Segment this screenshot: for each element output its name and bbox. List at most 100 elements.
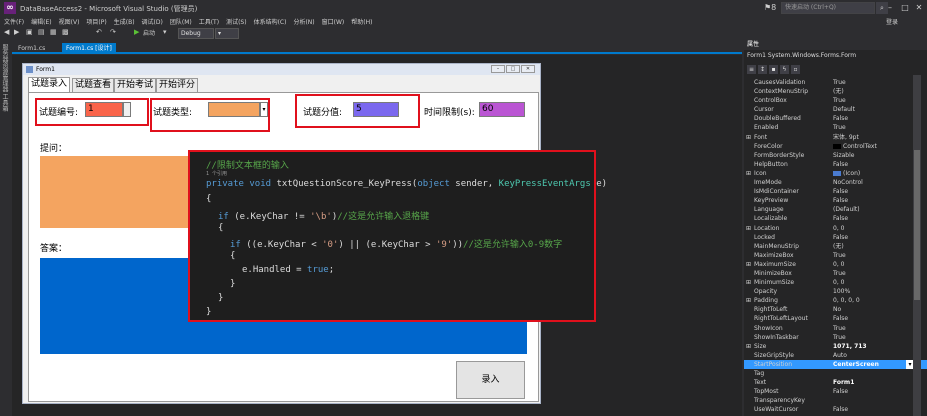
menu-item[interactable]: 生成(B) bbox=[114, 17, 135, 26]
property-row[interactable]: ⊞ Icon (Icon) bbox=[744, 169, 927, 178]
new-project-icon[interactable]: ▣ bbox=[26, 28, 33, 36]
menu-item[interactable]: 窗口(W) bbox=[322, 17, 345, 26]
events-lightning-icon[interactable]: ϟ bbox=[780, 65, 789, 74]
property-row[interactable]: KeyPreview False bbox=[744, 196, 927, 205]
expand-icon[interactable]: ⊞ bbox=[746, 260, 751, 269]
properties-icon[interactable]: ▪ bbox=[769, 65, 778, 74]
property-row[interactable]: RightToLeftLayout False bbox=[744, 314, 927, 323]
doc-tab-form1-cs[interactable]: Form1.cs bbox=[14, 43, 49, 54]
form-maximize-icon[interactable]: □ bbox=[506, 65, 520, 73]
property-value[interactable]: False bbox=[833, 114, 848, 123]
property-row[interactable]: ForeColor ControlText bbox=[744, 142, 927, 151]
property-row[interactable]: ControlBox True bbox=[744, 96, 927, 105]
property-value[interactable]: (无) bbox=[833, 242, 844, 251]
menu-item[interactable]: 项目(P) bbox=[86, 17, 106, 26]
property-row[interactable]: RightToLeft No bbox=[744, 305, 927, 314]
property-value[interactable]: False bbox=[833, 387, 848, 396]
form-close-icon[interactable]: ✕ bbox=[521, 65, 535, 73]
start-debug-icon[interactable]: ▶ bbox=[134, 28, 139, 36]
property-value[interactable]: False bbox=[833, 233, 848, 242]
property-row[interactable]: StartPosition CenterScreen ▾ bbox=[744, 359, 927, 369]
property-row[interactable]: ContextMenuStrip (无) bbox=[744, 87, 927, 96]
property-row[interactable]: Text Form1 bbox=[744, 378, 927, 387]
menu-item[interactable]: 视图(V) bbox=[59, 17, 80, 26]
property-value[interactable]: (Default) bbox=[833, 205, 860, 214]
properties-object-select[interactable]: Form1 System.Windows.Forms.Form bbox=[744, 51, 927, 61]
property-row[interactable]: Language (Default) bbox=[744, 205, 927, 214]
property-value[interactable]: Auto bbox=[833, 351, 847, 360]
property-row[interactable]: Localizable False bbox=[744, 214, 927, 223]
property-value[interactable]: False bbox=[833, 405, 848, 414]
expand-icon[interactable]: ⊞ bbox=[746, 296, 751, 305]
expand-icon[interactable]: ⊞ bbox=[746, 133, 751, 142]
property-value[interactable]: Default bbox=[833, 105, 855, 114]
property-value[interactable]: (无) bbox=[833, 87, 844, 96]
properties-scrollbar-thumb[interactable] bbox=[914, 150, 920, 300]
property-row[interactable]: Opacity 100% bbox=[744, 287, 927, 296]
property-value[interactable]: 宋体, 9pt bbox=[833, 133, 859, 142]
menu-item[interactable]: 测试(S) bbox=[226, 17, 247, 26]
save-all-icon[interactable]: ▩ bbox=[62, 28, 69, 36]
doc-tab-form1-designer[interactable]: Form1.cs [设计] bbox=[62, 43, 116, 54]
tab-question-view[interactable]: 试题查看 bbox=[72, 78, 115, 92]
property-row[interactable]: UseWaitCursor False bbox=[744, 405, 927, 414]
property-row[interactable]: ⊞ Padding 0, 0, 0, 0 bbox=[744, 296, 927, 305]
property-row[interactable]: Tag bbox=[744, 369, 927, 378]
property-value[interactable]: False bbox=[833, 187, 848, 196]
property-value[interactable]: True bbox=[833, 324, 846, 333]
notifications-flag-icon[interactable]: ⚑8 bbox=[764, 3, 776, 12]
property-row[interactable]: SizeGripStyle Auto bbox=[744, 351, 927, 360]
property-value[interactable]: False bbox=[833, 314, 848, 323]
property-row[interactable]: CausesValidation True bbox=[744, 78, 927, 87]
menu-item[interactable]: 工具(T) bbox=[199, 17, 219, 26]
property-row[interactable]: DoubleBuffered False bbox=[744, 114, 927, 123]
expand-icon[interactable]: ⊞ bbox=[746, 342, 751, 351]
property-row[interactable]: Cursor Default bbox=[744, 105, 927, 114]
open-icon[interactable]: ▤ bbox=[38, 28, 45, 36]
property-value[interactable]: 0, 0 bbox=[833, 260, 844, 269]
property-row[interactable]: ⊞ MinimumSize 0, 0 bbox=[744, 278, 927, 287]
property-value[interactable]: False bbox=[833, 196, 848, 205]
property-value[interactable]: True bbox=[833, 251, 846, 260]
expand-icon[interactable]: ⊞ bbox=[746, 169, 751, 178]
property-value[interactable]: True bbox=[833, 123, 846, 132]
menu-item[interactable]: 文件(F) bbox=[4, 17, 24, 26]
property-row[interactable]: MinimizeBox True bbox=[744, 269, 927, 278]
menu-item[interactable]: 分析(N) bbox=[293, 17, 314, 26]
property-row[interactable]: MaximizeBox True bbox=[744, 251, 927, 260]
redo-icon[interactable]: ↷ bbox=[110, 28, 116, 36]
property-value[interactable]: CenterScreen bbox=[833, 360, 879, 369]
maximize-icon[interactable]: □ bbox=[899, 2, 911, 14]
navigate-back-icon[interactable]: ◀ bbox=[4, 28, 9, 36]
quick-launch-input[interactable]: 快速启动 (Ctrl+Q) bbox=[781, 2, 875, 14]
property-row[interactable]: TransparencyKey bbox=[744, 396, 927, 405]
property-row[interactable]: ⊞ Size 1071, 713 bbox=[744, 342, 927, 351]
property-value[interactable]: True bbox=[833, 269, 846, 278]
property-row[interactable]: FormBorderStyle Sizable bbox=[744, 151, 927, 160]
property-row[interactable]: ⊞ Font 宋体, 9pt bbox=[744, 133, 927, 142]
form-minimize-icon[interactable]: – bbox=[491, 65, 505, 73]
property-value[interactable]: ControlText bbox=[833, 142, 877, 151]
property-value[interactable]: Form1 bbox=[833, 378, 854, 387]
menu-item[interactable]: 调试(D) bbox=[142, 17, 163, 26]
dropdown-arrow-icon[interactable]: ▾ bbox=[163, 28, 167, 36]
property-value[interactable]: 1071, 713 bbox=[833, 342, 867, 351]
alphabetical-icon[interactable]: ↕ bbox=[758, 65, 767, 74]
property-row[interactable]: ShowInTaskbar True bbox=[744, 333, 927, 342]
undo-icon[interactable]: ↶ bbox=[96, 28, 102, 36]
property-value[interactable]: True bbox=[833, 78, 846, 87]
property-value[interactable]: True bbox=[833, 96, 846, 105]
close-icon[interactable]: ✕ bbox=[913, 2, 925, 14]
login-link[interactable]: 登录 bbox=[886, 17, 898, 26]
property-row[interactable]: Locked False bbox=[744, 233, 927, 242]
tab-start-exam[interactable]: 开始考试 bbox=[114, 78, 157, 92]
property-row[interactable]: ShowIcon True bbox=[744, 324, 927, 333]
expand-icon[interactable]: ⊞ bbox=[746, 224, 751, 233]
submit-button[interactable]: 录入 bbox=[456, 361, 525, 399]
categorized-icon[interactable]: ≡ bbox=[747, 65, 756, 74]
start-button[interactable]: 启动 bbox=[143, 28, 155, 37]
server-explorer-tab[interactable]: 服务器资源管理器 工具箱 bbox=[1, 44, 9, 112]
property-value[interactable]: True bbox=[833, 333, 846, 342]
property-row[interactable]: MainMenuStrip (无) bbox=[744, 242, 927, 251]
property-row[interactable]: IsMdiContainer False bbox=[744, 187, 927, 196]
